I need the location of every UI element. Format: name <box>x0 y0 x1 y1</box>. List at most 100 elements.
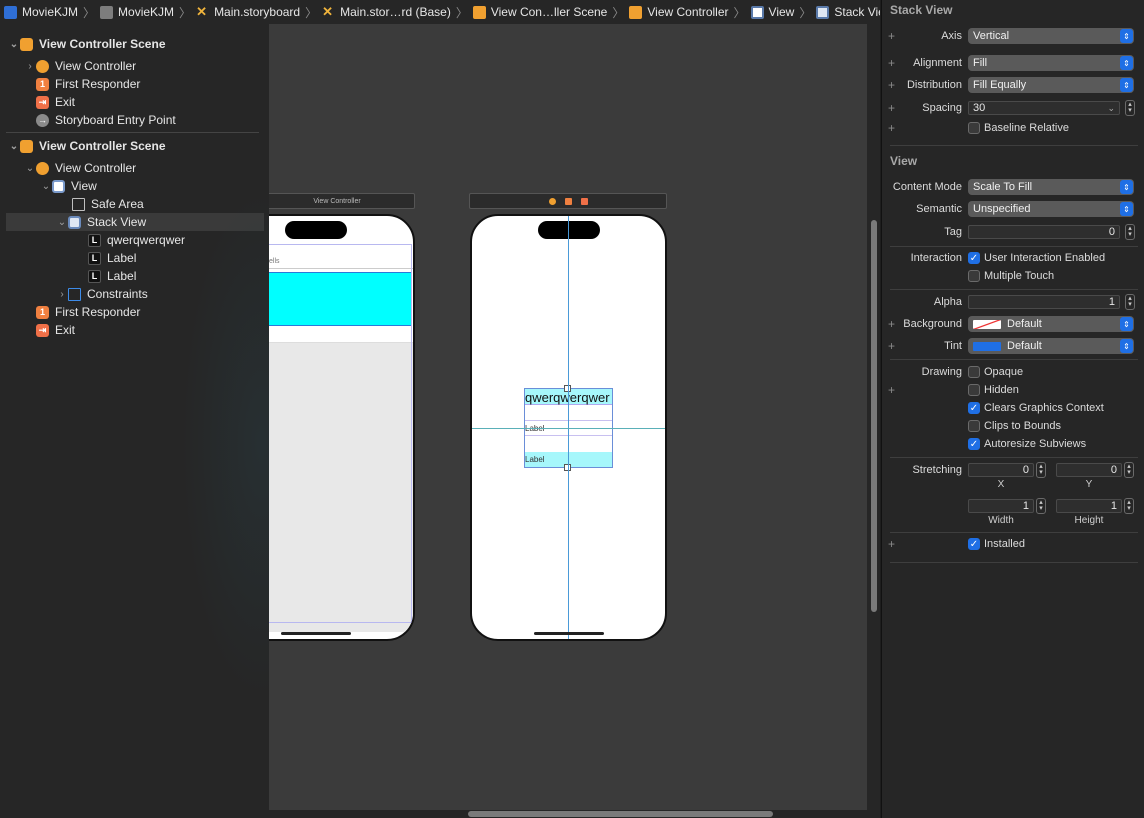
axis-popup[interactable]: Vertical ⇕ <box>968 28 1134 44</box>
crumb-label: MovieKJM <box>118 5 175 19</box>
chevron-right-icon[interactable]: › <box>56 289 68 300</box>
phone-frame-right[interactable]: qwerqwerqwer Label Label <box>470 214 667 641</box>
chevron-right-icon[interactable]: › <box>24 61 36 72</box>
phone-frame-left[interactable]: ells <box>269 214 415 641</box>
stretching-x-stepper[interactable]: ▴ ▾ <box>1036 462 1046 478</box>
semantic-popup[interactable]: Unspecified ⇕ <box>968 201 1134 217</box>
exit-icon[interactable] <box>580 197 588 205</box>
outline-item-first-responder[interactable]: 1 First Responder <box>36 75 140 93</box>
outline-label: Stack View <box>87 215 147 229</box>
outline-scene-2[interactable]: ⌄ View Controller Scene <box>8 137 166 155</box>
clears-graphics-checkbox[interactable]: ✓ <box>968 402 980 414</box>
safe-area-guide <box>269 622 413 623</box>
crumb-scene[interactable]: View Con…ller Scene <box>472 5 607 19</box>
outline-item-view-controller[interactable]: ⌄ View Controller <box>24 159 136 177</box>
crumb-view[interactable]: View <box>750 5 794 19</box>
baseline-relative-checkbox[interactable] <box>968 122 980 134</box>
tint-popup[interactable]: Default ⇕ <box>968 338 1134 354</box>
stretching-height-field[interactable]: 1 <box>1056 499 1122 513</box>
crumb-folder[interactable]: MovieKJM <box>100 5 174 19</box>
distribution-popup[interactable]: Fill Equally ⇕ <box>968 77 1134 93</box>
clips-to-bounds-label: Clips to Bounds <box>984 420 1062 432</box>
spacing-stepper[interactable]: ▴ ▾ <box>1125 100 1135 116</box>
height-sublabel: Height <box>1074 515 1104 526</box>
alpha-field[interactable]: 1 <box>968 295 1120 309</box>
scene-dock-left[interactable]: View Controller <box>269 193 415 209</box>
stretching-y-stepper[interactable]: ▴ ▾ <box>1124 462 1134 478</box>
crumb-storyboard-base[interactable]: Main.stor…rd (Base) <box>322 4 451 20</box>
multiple-touch-checkbox[interactable] <box>968 270 980 282</box>
content-mode-popup[interactable]: Scale To Fill ⇕ <box>968 179 1134 195</box>
installed-checkbox[interactable]: ✓ <box>968 538 980 550</box>
outline-item-view-controller[interactable]: › View Controller <box>24 57 136 75</box>
alpha-stepper[interactable]: ▴ ▾ <box>1125 294 1135 310</box>
crumb-storyboard[interactable]: Main.storyboard <box>196 4 300 20</box>
stack-label-3[interactable]: Label <box>525 455 545 464</box>
outline-item-view[interactable]: ⌄ View <box>40 177 97 195</box>
tag-stepper[interactable]: ▴ ▾ <box>1125 224 1135 240</box>
chevron-down-icon[interactable]: ⌄ <box>1107 102 1115 114</box>
stretching-x-field[interactable]: 0 <box>968 463 1034 477</box>
chevron-down-icon[interactable]: ⌄ <box>24 163 36 174</box>
outline-item-label[interactable]: L qwerqwerqwer <box>88 231 185 249</box>
user-interaction-checkbox[interactable]: ✓ <box>968 252 980 264</box>
exit-icon: ⇥ <box>36 95 49 109</box>
outline-label: View Controller <box>55 161 137 175</box>
stretching-width-field[interactable]: 1 <box>968 499 1034 513</box>
stretching-height-stepper[interactable]: ▴ ▾ <box>1124 498 1134 514</box>
background-popup[interactable]: Default ⇕ <box>968 316 1134 332</box>
safe-area-icon <box>72 197 85 211</box>
storyboard-canvas[interactable]: View Controller ells qwerqwerqwer Label … <box>269 24 867 810</box>
first-responder-icon[interactable] <box>564 197 572 205</box>
folder-icon <box>100 5 114 19</box>
table-view[interactable] <box>269 342 413 632</box>
stretching-width-stepper[interactable]: ▴ ▾ <box>1036 498 1046 514</box>
updown-arrow-icon: ⇕ <box>1120 202 1133 216</box>
plus-icon[interactable]: + <box>888 383 895 397</box>
popup-value: Default <box>1007 340 1042 352</box>
updown-arrow-icon: ⇕ <box>1120 29 1133 43</box>
outline-item-safe-area[interactable]: Safe Area <box>72 195 144 213</box>
plus-icon[interactable]: + <box>888 537 895 551</box>
scene-dock-right[interactable] <box>469 193 667 209</box>
chevron-right-icon: 〉 <box>455 5 468 20</box>
updown-arrow-icon: ⇕ <box>1120 56 1133 70</box>
stretching-y-field[interactable]: 0 <box>1056 463 1122 477</box>
crumb-stack-view[interactable]: Stack View <box>816 5 880 19</box>
plus-icon[interactable]: + <box>888 121 895 135</box>
section-title-stack-view: Stack View <box>890 3 953 17</box>
spacing-value: 30 <box>973 102 986 114</box>
opaque-checkbox[interactable] <box>968 366 980 378</box>
home-indicator <box>281 632 351 635</box>
chevron-down-icon[interactable]: ⌄ <box>40 181 52 192</box>
clips-to-bounds-checkbox[interactable] <box>968 420 980 432</box>
crumb-view-controller[interactable]: View Controller <box>629 5 729 19</box>
outline-item-label[interactable]: L Label <box>88 267 136 285</box>
cyan-view[interactable] <box>269 272 412 326</box>
horizontal-scrollbar[interactable] <box>468 811 773 817</box>
tint-label: Tint <box>944 340 962 352</box>
outline-item-constraints[interactable]: › Constraints <box>56 285 147 303</box>
outline-item-exit[interactable]: ⇥ Exit <box>36 93 75 111</box>
autoresize-checkbox[interactable]: ✓ <box>968 438 980 450</box>
outline-label: Exit <box>55 95 76 109</box>
distribution-label: Distribution <box>906 79 962 91</box>
background-label: Background <box>903 318 962 330</box>
vertical-scrollbar[interactable] <box>871 220 877 612</box>
notch <box>538 221 600 239</box>
chevron-down-icon[interactable]: ⌄ <box>56 217 68 228</box>
spacing-combo-field[interactable]: 30 ⌄ <box>968 101 1120 115</box>
outline-item-label[interactable]: L Label <box>88 249 136 267</box>
outline-item-first-responder[interactable]: 1 First Responder <box>36 303 140 321</box>
crumb-project[interactable]: MovieKJM <box>4 5 78 19</box>
chevron-down-icon[interactable]: ⌄ <box>8 39 20 50</box>
section-divider <box>890 562 1138 563</box>
alignment-popup[interactable]: Fill ⇕ <box>968 55 1134 71</box>
hidden-checkbox[interactable] <box>968 384 980 396</box>
tag-field[interactable]: 0 <box>968 225 1120 239</box>
outline-item-entry-point[interactable]: → Storyboard Entry Point <box>36 111 176 129</box>
outline-item-exit[interactable]: ⇥ Exit <box>36 321 75 339</box>
chevron-down-icon[interactable]: ⌄ <box>8 141 20 152</box>
view-controller-icon[interactable] <box>548 197 556 205</box>
outline-scene-1[interactable]: ⌄ View Controller Scene <box>8 35 166 53</box>
